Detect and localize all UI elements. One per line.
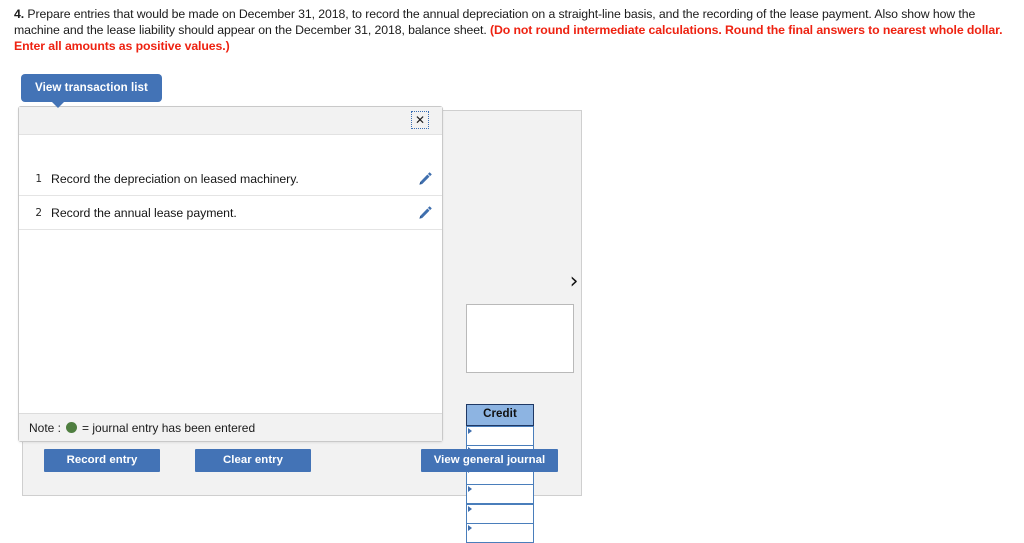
question-prompt: 4. Prepare entries that would be made on… bbox=[14, 6, 1014, 54]
close-icon[interactable]: ✕ bbox=[411, 111, 429, 129]
clear-entry-button[interactable]: Clear entry bbox=[195, 449, 311, 472]
record-entry-button[interactable]: Record entry bbox=[44, 449, 160, 472]
transaction-number: 2 bbox=[19, 207, 51, 219]
transaction-row[interactable]: 2 Record the annual lease payment. bbox=[19, 196, 442, 230]
pencil-icon[interactable] bbox=[408, 205, 442, 220]
credit-input-cell[interactable] bbox=[466, 484, 534, 504]
cell-marker-icon bbox=[468, 525, 472, 531]
transaction-number: 1 bbox=[19, 173, 51, 185]
cell-marker-icon bbox=[468, 428, 472, 434]
credit-input-cell[interactable] bbox=[466, 426, 534, 446]
note-suffix-label: = journal entry has been entered bbox=[82, 421, 255, 435]
view-transaction-list-button[interactable]: View transaction list bbox=[21, 74, 162, 102]
credit-cells bbox=[466, 426, 534, 543]
view-transaction-list-label: View transaction list bbox=[35, 81, 148, 94]
credit-column-header: Credit bbox=[466, 404, 534, 426]
transaction-list-body: 1 Record the depreciation on leased mach… bbox=[19, 135, 442, 418]
transaction-list-header: ✕ bbox=[19, 107, 442, 135]
transaction-description: Record the depreciation on leased machin… bbox=[51, 172, 408, 186]
credit-input-cell[interactable] bbox=[466, 523, 534, 543]
transaction-list-note: Note : = journal entry has been entered bbox=[19, 413, 442, 441]
note-prefix-label: Note : bbox=[29, 421, 61, 435]
question-number: 4. bbox=[14, 7, 24, 21]
transaction-list-popup: ✕ 1 Record the depreciation on leased ma… bbox=[18, 106, 443, 442]
view-general-journal-button[interactable]: View general journal bbox=[421, 449, 558, 472]
pencil-icon[interactable] bbox=[408, 171, 442, 186]
credit-column: Credit bbox=[466, 404, 534, 543]
tab-pointer-nub bbox=[51, 101, 65, 108]
next-chevron-icon[interactable]: › bbox=[563, 269, 585, 295]
account-title-box[interactable] bbox=[466, 304, 574, 373]
cell-marker-icon bbox=[468, 506, 472, 512]
transaction-description: Record the annual lease payment. bbox=[51, 206, 408, 220]
transaction-row[interactable]: 1 Record the depreciation on leased mach… bbox=[19, 162, 442, 196]
green-dot-icon bbox=[66, 422, 77, 433]
cell-marker-icon bbox=[468, 486, 472, 492]
